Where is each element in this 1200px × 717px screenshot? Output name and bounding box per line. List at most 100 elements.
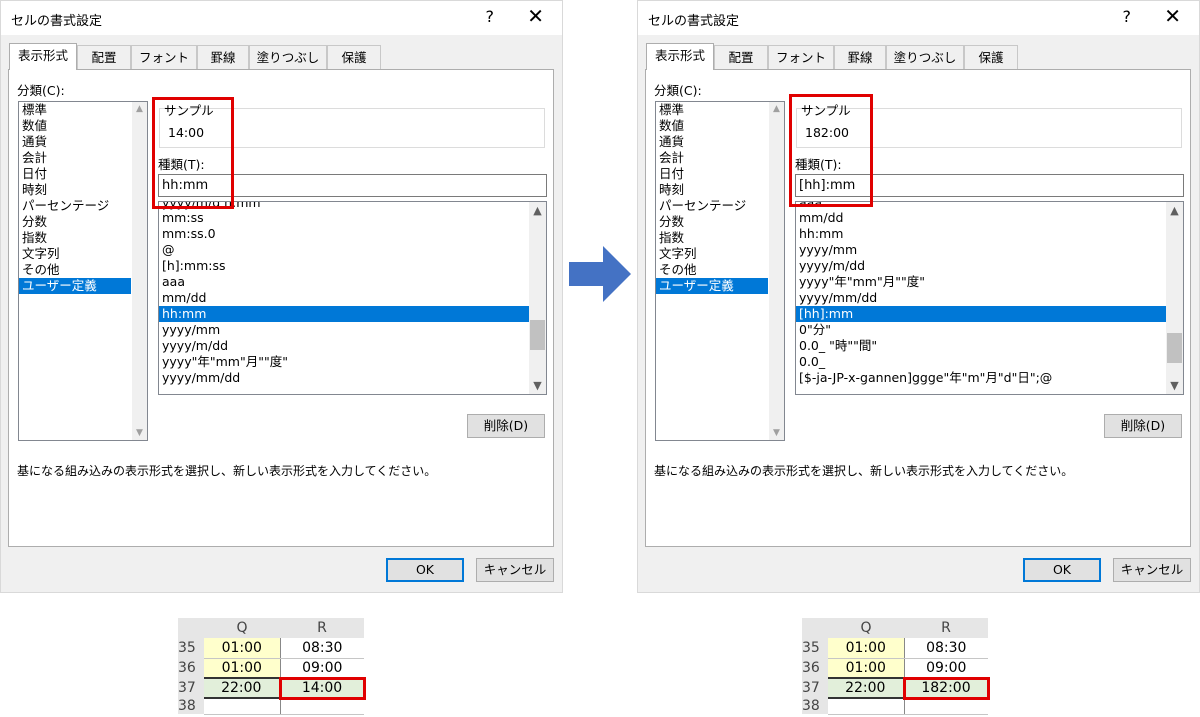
scroll-up-icon[interactable]: ▲ <box>1166 204 1183 217</box>
row-header[interactable]: 37 <box>802 678 828 698</box>
tab-fill[interactable]: 塗りつぶし <box>249 45 327 69</box>
category-item[interactable]: 時刻 <box>656 182 768 198</box>
tab-border[interactable]: 罫線 <box>197 45 249 69</box>
category-item[interactable]: 数値 <box>656 118 768 134</box>
category-item[interactable]: 日付 <box>656 166 768 182</box>
category-list[interactable]: 標準 数値 通貨 会計 日付 時刻 パーセンテージ 分数 指数 文字列 その他 … <box>18 101 148 441</box>
format-item[interactable]: yyyy"年"mm"月""度" <box>796 274 1167 290</box>
category-item[interactable]: 数値 <box>19 118 131 134</box>
format-list[interactable]: yyyy/m/d h:mm mm:ss mm:ss.0 @ [h]:mm:ss … <box>158 201 547 395</box>
format-item[interactable]: yyyy/mm <box>159 322 530 338</box>
column-header-r[interactable]: R <box>280 618 364 638</box>
cell-r36[interactable]: 09:00 <box>904 658 988 679</box>
format-item[interactable]: hh:mm <box>796 226 1167 242</box>
row-header[interactable]: 37 <box>178 678 204 698</box>
cell-q35[interactable]: 01:00 <box>204 638 281 659</box>
category-item[interactable]: 指数 <box>656 230 768 246</box>
format-item[interactable]: mm/dd <box>796 210 1167 226</box>
help-icon[interactable]: ? <box>486 7 495 26</box>
format-item[interactable]: yyyy/mm/dd <box>159 370 530 386</box>
format-item[interactable]: yyyy/m/dd <box>159 338 530 354</box>
format-item[interactable]: mm/dd <box>159 290 530 306</box>
scroll-up-icon[interactable]: ▲ <box>132 104 147 114</box>
row-header[interactable]: 35 <box>178 638 204 658</box>
cell-q37[interactable]: 22:00 <box>828 677 905 699</box>
scroll-thumb[interactable] <box>1167 333 1182 363</box>
row-header[interactable]: 38 <box>178 698 204 714</box>
column-header-q[interactable]: Q <box>828 618 904 638</box>
category-scrollbar[interactable]: ▲ ▼ <box>769 102 784 440</box>
delete-button[interactable]: 削除(D) <box>1104 414 1182 438</box>
column-header-r[interactable]: R <box>904 618 988 638</box>
category-item[interactable]: 分数 <box>19 214 131 230</box>
format-item-selected[interactable]: [hh]:mm <box>796 306 1167 322</box>
format-item[interactable]: yyyy/mm <box>796 242 1167 258</box>
category-item[interactable]: 標準 <box>19 102 131 118</box>
category-item-selected[interactable]: ユーザー定義 <box>656 278 768 294</box>
row-header[interactable]: 36 <box>178 658 204 678</box>
category-item[interactable]: その他 <box>19 262 131 278</box>
category-item[interactable]: パーセンテージ <box>19 198 131 214</box>
cell-r37[interactable]: 14:00 <box>278 676 366 700</box>
format-item[interactable]: yyyy/m/dd <box>796 258 1167 274</box>
format-item[interactable]: @ <box>159 242 530 258</box>
category-item[interactable]: 指数 <box>19 230 131 246</box>
category-list[interactable]: 標準 数値 通貨 会計 日付 時刻 パーセンテージ 分数 指数 文字列 その他 … <box>655 101 785 441</box>
cell-r38[interactable] <box>904 698 988 715</box>
cell-q38[interactable] <box>828 698 905 715</box>
category-item[interactable]: パーセンテージ <box>656 198 768 214</box>
category-item[interactable]: 会計 <box>656 150 768 166</box>
format-item[interactable]: yyyy/mm/dd <box>796 290 1167 306</box>
cell-r38[interactable] <box>280 698 364 715</box>
cell-q36[interactable]: 01:00 <box>828 658 905 679</box>
category-item[interactable]: 通貨 <box>656 134 768 150</box>
help-icon[interactable]: ? <box>1123 7 1132 26</box>
category-item[interactable]: 文字列 <box>19 246 131 262</box>
tab-font[interactable]: フォント <box>131 45 197 69</box>
row-header[interactable]: 36 <box>802 658 828 678</box>
format-item[interactable]: [$-ja-JP-x-gannen]ggge"年"m"月"d"日";@ <box>796 370 1167 386</box>
category-item[interactable]: 通貨 <box>19 134 131 150</box>
corner-cell[interactable] <box>802 618 828 638</box>
row-header[interactable]: 38 <box>802 698 828 714</box>
category-item-selected[interactable]: ユーザー定義 <box>19 278 131 294</box>
tab-protection[interactable]: 保護 <box>964 45 1018 69</box>
ok-button[interactable]: OK <box>386 558 464 582</box>
tab-protection[interactable]: 保護 <box>327 45 381 69</box>
format-item-selected[interactable]: hh:mm <box>159 306 530 322</box>
cancel-button[interactable]: キャンセル <box>476 558 554 582</box>
category-item[interactable]: 標準 <box>656 102 768 118</box>
corner-cell[interactable] <box>178 618 204 638</box>
cell-r36[interactable]: 09:00 <box>280 658 364 679</box>
scroll-up-icon[interactable]: ▲ <box>769 104 784 114</box>
close-icon[interactable]: ✕ <box>1164 4 1181 28</box>
cancel-button[interactable]: キャンセル <box>1113 558 1191 582</box>
cell-q35[interactable]: 01:00 <box>828 638 905 659</box>
row-header[interactable]: 35 <box>802 638 828 658</box>
format-scrollbar[interactable]: ▲ ▼ <box>529 202 546 394</box>
format-item[interactable]: mm:ss.0 <box>159 226 530 242</box>
cell-q37[interactable]: 22:00 <box>204 677 281 699</box>
scroll-down-icon[interactable]: ▼ <box>529 379 546 392</box>
scroll-up-icon[interactable]: ▲ <box>529 204 546 217</box>
tab-number-format[interactable]: 表示形式 <box>9 43 77 70</box>
format-item[interactable]: [h]:mm:ss <box>159 258 530 274</box>
scroll-down-icon[interactable]: ▼ <box>132 428 147 438</box>
tab-alignment[interactable]: 配置 <box>77 45 131 69</box>
cell-q36[interactable]: 01:00 <box>204 658 281 679</box>
scroll-down-icon[interactable]: ▼ <box>1166 379 1183 392</box>
format-item[interactable]: 0.0_ <box>796 354 1167 370</box>
tab-alignment[interactable]: 配置 <box>714 45 768 69</box>
format-item[interactable]: 0"分" <box>796 322 1167 338</box>
scroll-thumb[interactable] <box>530 320 545 350</box>
format-item[interactable]: aaa <box>159 274 530 290</box>
cell-r35[interactable]: 08:30 <box>280 638 364 659</box>
category-item[interactable]: その他 <box>656 262 768 278</box>
category-item[interactable]: 日付 <box>19 166 131 182</box>
close-icon[interactable]: ✕ <box>527 4 544 28</box>
cell-q38[interactable] <box>204 698 281 715</box>
tab-fill[interactable]: 塗りつぶし <box>886 45 964 69</box>
category-item[interactable]: 会計 <box>19 150 131 166</box>
format-scrollbar[interactable]: ▲ ▼ <box>1166 202 1183 394</box>
tab-number-format[interactable]: 表示形式 <box>646 43 714 70</box>
